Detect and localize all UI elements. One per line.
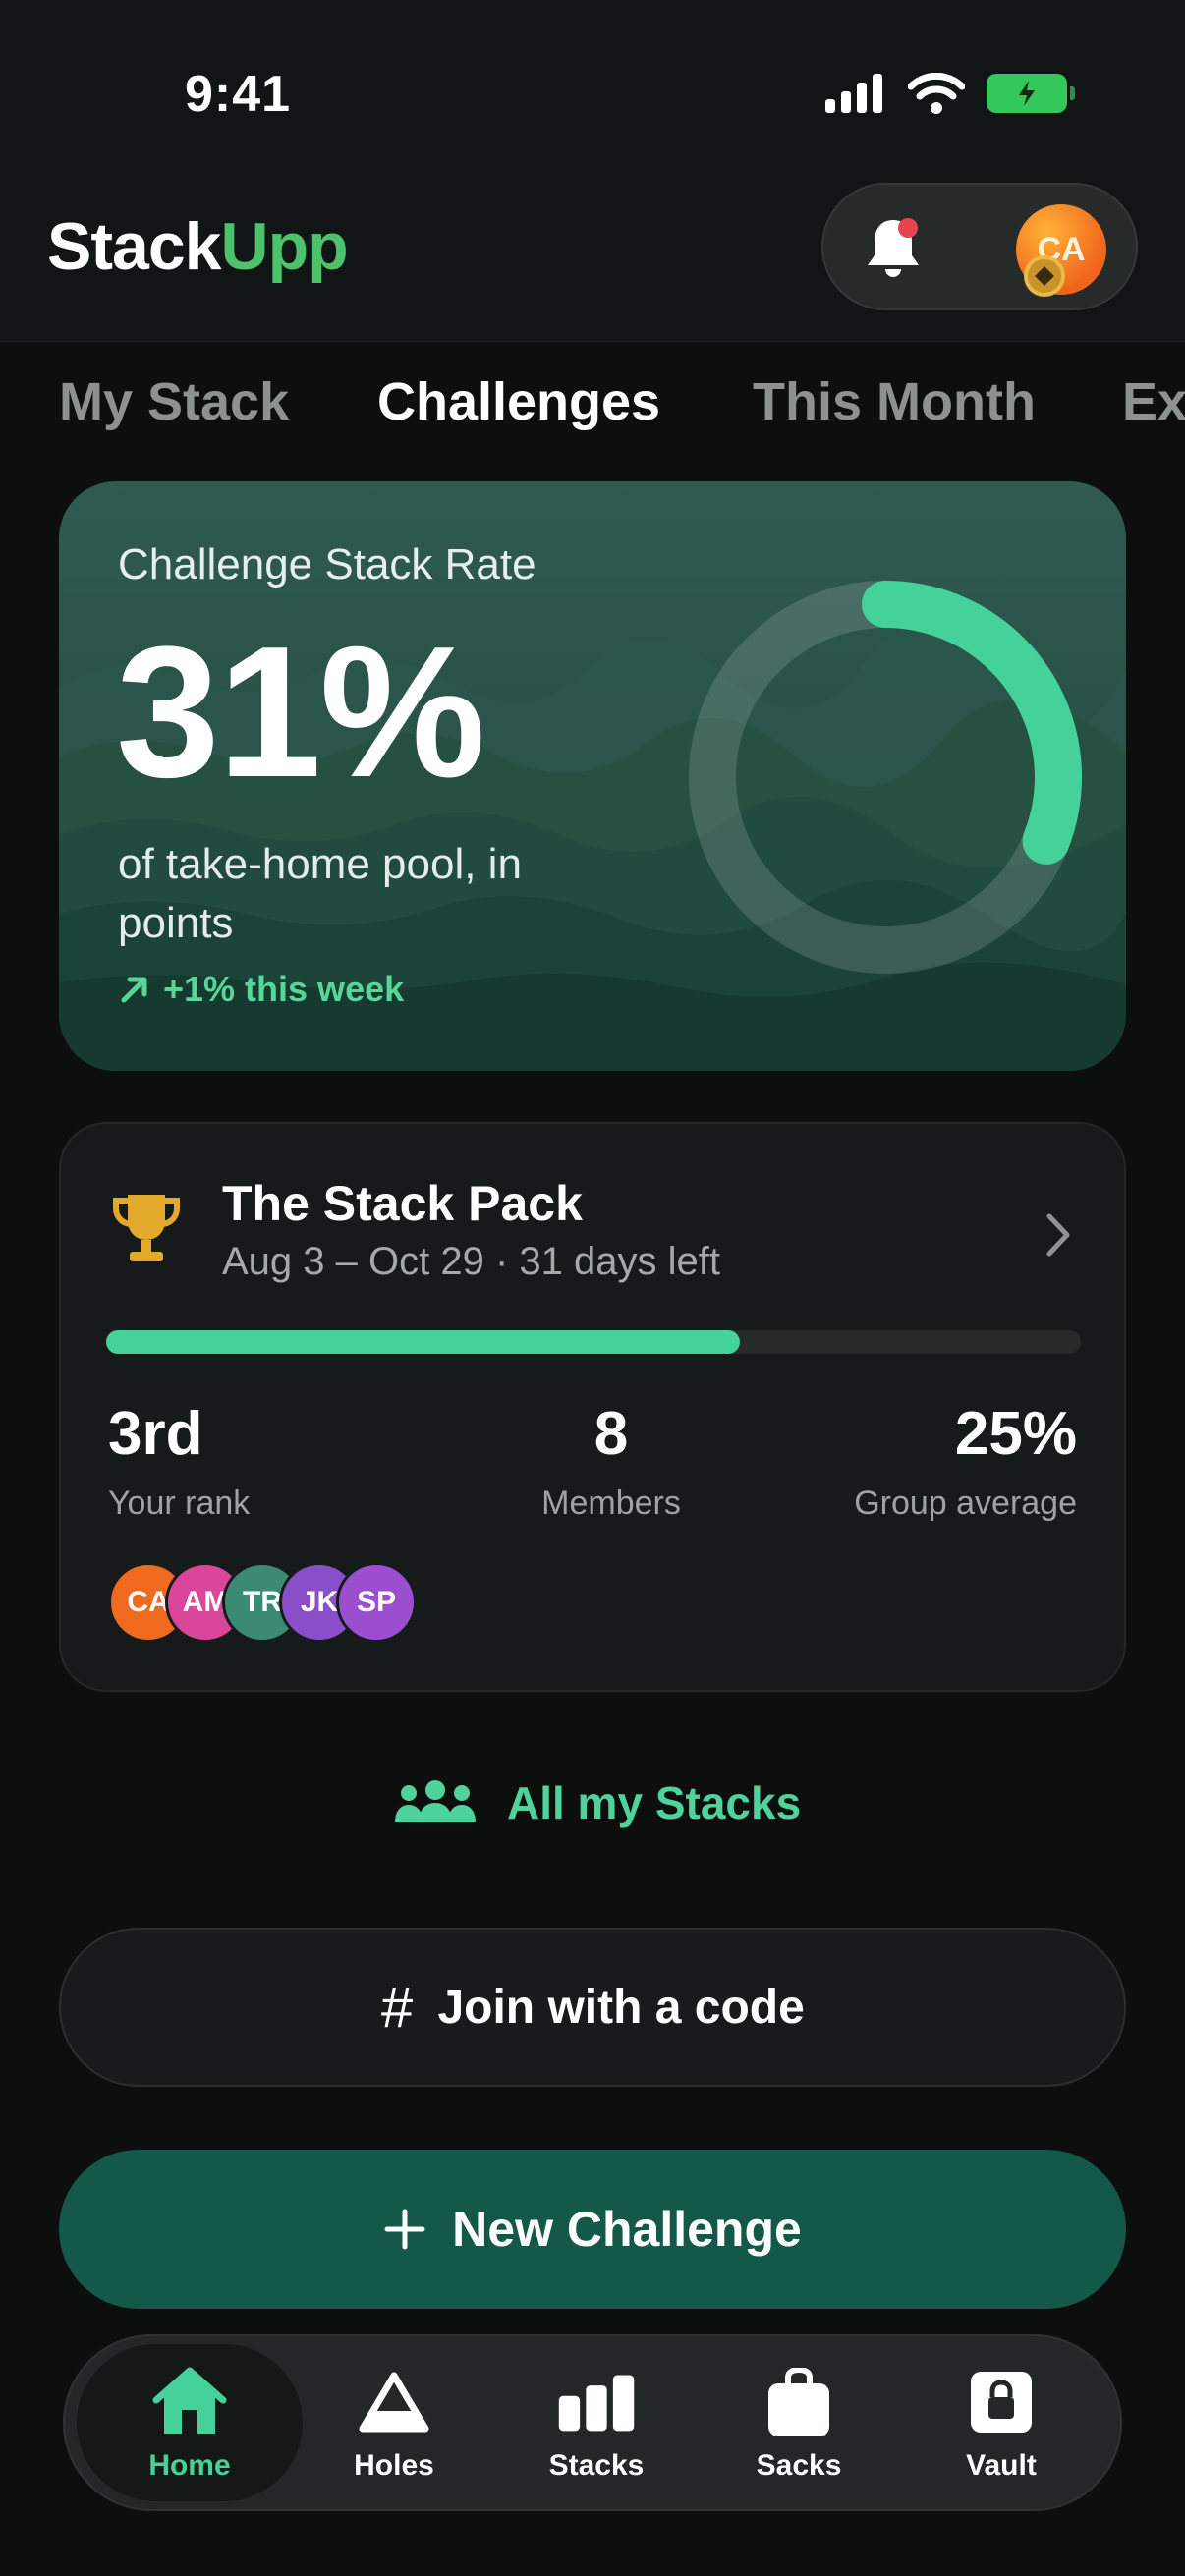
nav-item-holes[interactable]: Holes (281, 2344, 507, 2501)
stat-value: 25% (954, 1400, 1077, 1468)
hero-value: 31% (116, 608, 485, 816)
notification-bell-icon[interactable] (859, 214, 928, 283)
hero-description: of take-home pool, in points (118, 840, 522, 947)
nav-label: Stacks (548, 2449, 645, 2482)
battery-charging-icon (987, 74, 1075, 113)
app-screen: 9:41 StackUpp CA My Stack Challenges Thi… (0, 0, 1185, 2576)
challenge-progress-bar (106, 1330, 1081, 1354)
new-challenge-button[interactable]: New Challenge (59, 2150, 1126, 2309)
bar-chart-icon (557, 2363, 636, 2441)
home-icon (150, 2363, 229, 2441)
nav-item-home[interactable]: Home (77, 2344, 303, 2501)
stat-group-average: 25% Group average (854, 1399, 1077, 1523)
nav-label: Vault (966, 2449, 1037, 2482)
trophy-icon (113, 1195, 180, 1261)
tab-challenges[interactable]: Challenges (377, 371, 660, 432)
group-people-icon (395, 1780, 476, 1822)
hashtag-icon: # (380, 1975, 413, 2040)
lock-icon (962, 2363, 1041, 2441)
progress-fill (106, 1330, 740, 1354)
chevron-right-icon[interactable] (1042, 1210, 1075, 1260)
all-my-stacks-link[interactable]: All my Stacks (393, 1776, 801, 1829)
nav-item-sacks[interactable]: Sacks (686, 2344, 912, 2501)
nav-item-stacks[interactable]: Stacks (483, 2344, 709, 2501)
all-my-stacks-label: All my Stacks (507, 1777, 802, 1828)
stat-members: 8 Members (474, 1399, 749, 1523)
app-logo: StackUpp (47, 208, 349, 285)
nav-item-vault[interactable]: Vault (888, 2344, 1114, 2501)
member-avatar: SP (336, 1562, 417, 1643)
bottom-navigation: Home Holes Stacks Sacks Vault (63, 2334, 1122, 2511)
join-with-code-button[interactable]: # Join with a code (59, 1928, 1126, 2087)
tab-bar: My Stack Challenges This Month Ex (0, 371, 1185, 440)
stat-label: Members (541, 1484, 681, 1522)
stat-value: 3rd (108, 1400, 203, 1468)
flag-triangle-icon (355, 2363, 433, 2441)
stat-value: 8 (593, 1400, 629, 1468)
logo-text-stack: Stack (47, 209, 221, 284)
stack-rate-ring (689, 581, 1082, 974)
stat-rank: 3rd Your rank (108, 1399, 250, 1523)
bag-icon (760, 2363, 838, 2441)
plus-icon (384, 2209, 425, 2250)
trend-up-arrow-icon (121, 977, 147, 1003)
pack-title: The Stack Pack (222, 1176, 583, 1231)
new-challenge-label: New Challenge (452, 2202, 802, 2257)
profile-avatar[interactable]: CA (1016, 204, 1106, 297)
trend-text: +1% this week (163, 969, 405, 1009)
stack-pack-card[interactable]: The Stack Pack Aug 3 – Oct 29 · 31 days … (59, 1122, 1126, 1692)
header-actions: CA (821, 183, 1138, 310)
hero-trend: +1% this week (118, 969, 404, 1010)
tab-explore[interactable]: Ex (1122, 371, 1185, 432)
tab-this-month[interactable]: This Month (753, 371, 1036, 432)
nav-label: Home (148, 2449, 231, 2482)
status-icons (823, 73, 1075, 114)
challenge-stack-rate-card: Challenge Stack Rate 31% of take-home po… (59, 481, 1126, 1071)
logo-text-upp: Upp (220, 209, 348, 284)
stat-label: Group average (854, 1484, 1077, 1522)
status-time: 9:41 (185, 66, 292, 123)
cellular-signal-icon (825, 74, 882, 113)
member-avatars[interactable]: CA AM TR JK SP (108, 1562, 417, 1645)
wifi-icon (908, 73, 965, 114)
stat-label: Your rank (108, 1484, 251, 1522)
nav-label: Holes (354, 2449, 434, 2482)
hero-title: Challenge Stack Rate (118, 540, 536, 588)
tab-my-stack[interactable]: My Stack (59, 371, 289, 432)
avatar-badge-icon (1024, 255, 1065, 297)
join-button-label: Join with a code (437, 1981, 805, 2034)
pack-subtitle: Aug 3 – Oct 29 · 31 days left (222, 1240, 720, 1283)
nav-label: Sacks (756, 2449, 842, 2482)
